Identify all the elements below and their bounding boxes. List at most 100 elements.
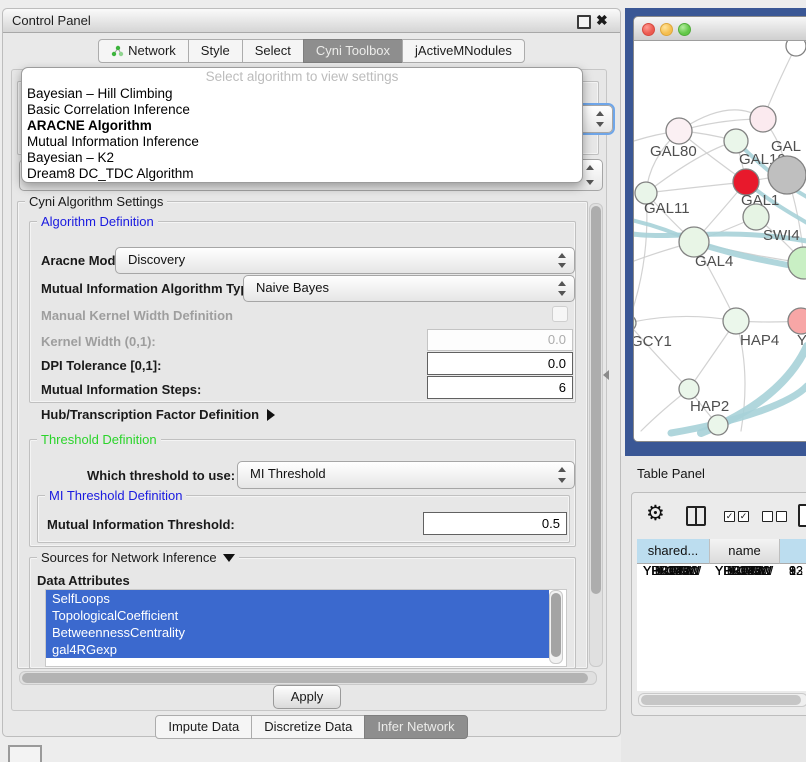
settings-vertical-scrollbar[interactable] xyxy=(589,203,603,667)
tab-select[interactable]: Select xyxy=(242,39,304,63)
graph-node-label: SWI4 xyxy=(763,227,800,244)
mi-type-combo[interactable]: Naive Bayes xyxy=(243,275,575,302)
algorithm-definition-title: Algorithm Definition xyxy=(37,215,158,228)
hub-definition-toggle[interactable]: Hub/Transcription Factor Definition xyxy=(41,407,275,422)
settings-gear-icon[interactable]: ⚙ xyxy=(646,501,665,526)
overview-mini-window[interactable] xyxy=(8,745,42,762)
split-columns-icon[interactable] xyxy=(686,506,706,526)
apply-button[interactable]: Apply xyxy=(273,685,341,709)
algorithm-option[interactable]: Dream8 DC_TDC Algorithm xyxy=(22,166,582,182)
table-rows: YDL19...YDL19...13YDR27...YDR27...12YBR0… xyxy=(637,564,806,691)
close-traffic-light-icon[interactable] xyxy=(642,23,655,36)
network-window-titlebar[interactable] xyxy=(634,17,806,41)
attribute-item[interactable]: SelfLoops xyxy=(46,590,549,607)
tab-network[interactable]: Network xyxy=(98,39,189,63)
tab-impute-data[interactable]: Impute Data xyxy=(155,715,252,739)
settings-horizontal-scrollbar[interactable] xyxy=(19,671,597,685)
sources-toggle[interactable]: Sources for Network Inference xyxy=(37,551,239,564)
graph-edge[interactable] xyxy=(634,316,736,323)
float-window-icon[interactable] xyxy=(577,15,591,29)
graph-node-gal80[interactable] xyxy=(666,118,692,144)
which-threshold-label: Which threshold to use: xyxy=(87,468,235,483)
attribute-item[interactable]: TopologicalCoefficient xyxy=(46,607,549,624)
algorithm-placeholder-option: Select algorithm to view settings xyxy=(22,68,582,86)
tab-discretize-data[interactable]: Discretize Data xyxy=(251,715,365,739)
tab-impute-data-label: Impute Data xyxy=(168,719,239,734)
attribute-item[interactable]: BetweennessCentrality xyxy=(46,624,549,641)
expand-right-icon xyxy=(267,409,275,421)
control-panel-title: Control Panel xyxy=(12,13,91,28)
graph-node-gal[interactable] xyxy=(750,106,776,132)
tab-network-label: Network xyxy=(128,43,176,58)
tab-jactivemnodules[interactable]: jActiveMNodules xyxy=(402,39,525,63)
which-threshold-combo[interactable]: MI Threshold xyxy=(237,461,575,489)
mi-steps-field[interactable]: 6 xyxy=(427,376,573,399)
column-header-partial[interactable] xyxy=(780,539,806,564)
hub-definition-label: Hub/Transcription Factor Definition xyxy=(41,407,259,422)
tab-infer-network[interactable]: Infer Network xyxy=(364,715,467,739)
graph-node-gcy1[interactable] xyxy=(634,315,636,331)
manual-kernel-label: Manual Kernel Width Definition xyxy=(41,308,233,323)
scrollbar-thumb[interactable] xyxy=(22,673,588,683)
algorithm-option[interactable]: Bayesian – Hill Climbing xyxy=(22,86,582,102)
tab-cyni-toolbox-label: Cyni Toolbox xyxy=(316,43,390,58)
table-horizontal-scrollbar[interactable] xyxy=(638,693,806,707)
attributes-list-scrollbar[interactable] xyxy=(549,590,563,664)
graph-node-hap4[interactable] xyxy=(723,308,749,334)
scrollbar-thumb[interactable] xyxy=(551,593,561,657)
algorithm-option-selected[interactable]: ARACNE Algorithm xyxy=(22,118,582,134)
mi-type-value: Naive Bayes xyxy=(256,280,329,295)
control-panel-titlebar[interactable]: Control Panel ✖ xyxy=(3,9,620,33)
data-attributes-label: Data Attributes xyxy=(37,573,130,588)
minimize-traffic-light-icon[interactable] xyxy=(660,23,673,36)
table-row[interactable]: YIL052CYIL052C9 xyxy=(637,564,806,579)
close-icon[interactable]: ✖ xyxy=(596,12,608,29)
scrollbar-thumb[interactable] xyxy=(641,695,801,705)
graph-node-label: Y xyxy=(797,332,806,349)
scrollbar-thumb[interactable] xyxy=(591,206,601,594)
mi-threshold-group-title: MI Threshold Definition xyxy=(45,489,186,502)
cyni-bottom-tabs: Impute Data Discretize Data Infer Networ… xyxy=(3,715,620,739)
manual-kernel-checkbox[interactable] xyxy=(552,306,568,322)
threshold-definition-title: Threshold Definition xyxy=(37,433,161,446)
algorithm-option[interactable]: Bayesian – K2 xyxy=(22,150,582,166)
checked-checkbox-icon[interactable]: ✓ xyxy=(738,511,749,522)
graph-node[interactable] xyxy=(708,415,728,435)
graph-edge[interactable] xyxy=(646,182,746,193)
tab-cyni-toolbox[interactable]: Cyni Toolbox xyxy=(303,39,403,63)
attribute-item[interactable]: gal4RGexp xyxy=(46,641,549,658)
table-cell: YIL052C xyxy=(643,564,692,579)
unchecked-checkbox-icon[interactable] xyxy=(762,511,773,522)
control-panel-window: Control Panel ✖ Network Style Select Cyn… xyxy=(2,8,621,737)
sources-title: Sources for Network Inference xyxy=(41,550,217,565)
algorithm-option[interactable]: Basic Correlation Inference xyxy=(22,102,582,118)
graph-node-label: HAP4 xyxy=(740,332,779,349)
kernel-width-label: Kernel Width (0,1): xyxy=(41,334,156,349)
graph-node-y[interactable] xyxy=(788,308,806,334)
graph-node-label: GAL4 xyxy=(695,253,733,270)
network-canvas[interactable]: GALGAL80GAL10GAL1GAL11SWI4GAL4GCY1HAP4YH… xyxy=(634,41,806,441)
graph-node[interactable] xyxy=(788,247,806,279)
collapse-down-icon xyxy=(223,554,235,562)
tab-style[interactable]: Style xyxy=(188,39,243,63)
column-header-name[interactable]: name xyxy=(710,539,780,564)
page-icon[interactable] xyxy=(798,504,806,527)
graph-node[interactable] xyxy=(786,41,806,56)
mi-threshold-field[interactable]: 0.5 xyxy=(423,512,567,535)
node-table: shared... name YDL19...YDL19...13YDR27..… xyxy=(637,539,806,691)
dpi-tolerance-field[interactable]: 0.0 xyxy=(427,352,573,375)
zoom-traffic-light-icon[interactable] xyxy=(678,23,691,36)
kernel-width-field[interactable]: 0.0 xyxy=(427,329,573,351)
checked-checkbox-icon[interactable]: ✓ xyxy=(724,511,735,522)
algorithm-dropdown-popup: Select algorithm to view settings Bayesi… xyxy=(21,67,583,183)
graph-node-gal10[interactable] xyxy=(724,129,748,153)
aracne-mode-combo[interactable]: Discovery xyxy=(115,247,575,274)
algorithm-option[interactable]: Mutual Information Inference xyxy=(22,134,582,150)
combo-arrows-icon xyxy=(595,106,605,132)
graph-node[interactable] xyxy=(768,156,806,194)
graph-node-label: GCY1 xyxy=(634,333,672,350)
graph-node-hap2[interactable] xyxy=(679,379,699,399)
panel-divider-handle[interactable] xyxy=(603,370,609,380)
column-header-shared-name[interactable]: shared... xyxy=(637,539,710,564)
unchecked-checkbox-icon[interactable] xyxy=(776,511,787,522)
